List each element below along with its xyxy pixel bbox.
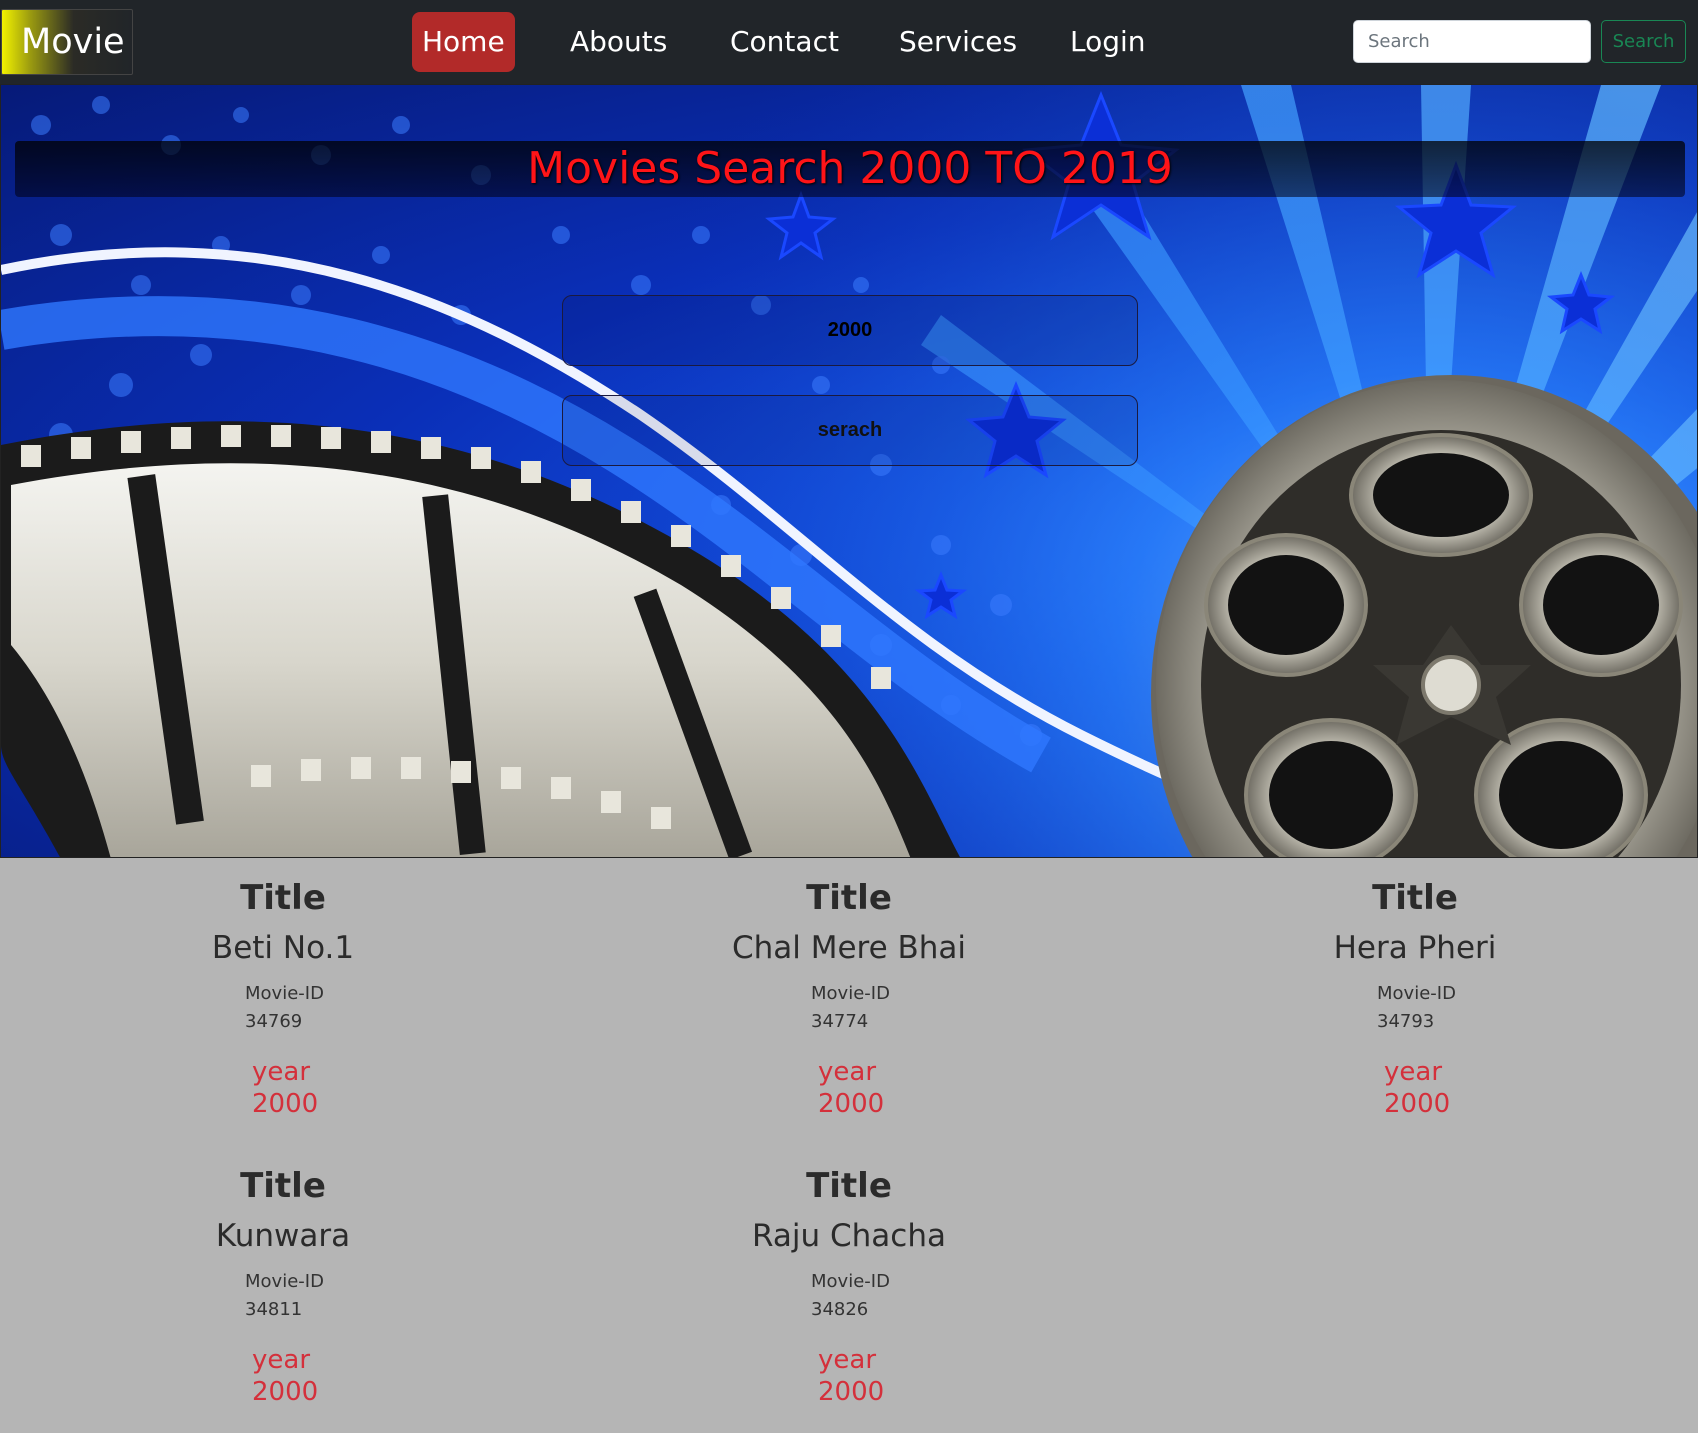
brand-logo[interactable]: Movie	[1, 9, 133, 75]
movie-id-label: Movie-ID	[811, 1271, 890, 1292]
movie-card: Title Kunwara Movie-ID 34811 year 2000	[0, 1166, 566, 1408]
year-label: year	[252, 1057, 311, 1087]
nav-abouts[interactable]: Abouts	[560, 12, 677, 72]
movie-card: Title Raju Chacha Movie-ID 34826 year 20…	[566, 1166, 1132, 1408]
movie-id-value: 34769	[245, 1011, 303, 1032]
year-value: 2000	[252, 1377, 319, 1407]
title-label: Title	[240, 878, 326, 918]
movie-id-value: 34826	[811, 1299, 869, 1320]
movie-title: Kunwara	[215, 1218, 351, 1254]
movie-id-value: 34811	[245, 1299, 303, 1320]
movie-title: Raju Chacha	[752, 1218, 946, 1254]
movie-card: Title Hera Pheri Movie-ID 34793 year 200…	[1132, 878, 1698, 1120]
movie-id-label: Movie-ID	[1377, 983, 1456, 1004]
year-value: 2000	[818, 1377, 885, 1407]
movie-id-label: Movie-ID	[811, 983, 890, 1004]
year-value: 2000	[818, 1089, 885, 1119]
hero-banner: Movies Search 2000 TO 2019 2000 serach	[0, 84, 1698, 858]
movie-id-value: 34774	[811, 1011, 869, 1032]
nav-contact[interactable]: Contact	[720, 12, 849, 72]
movie-search-button[interactable]: serach	[562, 395, 1138, 466]
movie-title: Beti No.1	[211, 930, 355, 966]
title-label: Title	[1372, 878, 1458, 918]
movie-id-value: 34793	[1377, 1011, 1435, 1032]
film-reel-background-illustration	[1, 85, 1697, 857]
title-label: Title	[240, 1166, 326, 1206]
movie-title: Chal Mere Bhai	[731, 930, 967, 966]
movie-id-label: Movie-ID	[245, 983, 324, 1004]
movie-title: Hera Pheri	[1333, 930, 1497, 966]
nav-home[interactable]: Home	[412, 12, 515, 72]
brand-label: Movie	[21, 22, 125, 62]
year-label: year	[818, 1345, 877, 1375]
year-value: 2000	[252, 1089, 319, 1119]
year-label: year	[252, 1345, 311, 1375]
movie-card: Title Beti No.1 Movie-ID 34769 year 2000	[0, 878, 566, 1120]
year-label: year	[1384, 1057, 1443, 1087]
nav-login[interactable]: Login	[1060, 12, 1156, 72]
year-value: 2000	[1384, 1089, 1451, 1119]
title-label: Title	[806, 878, 892, 918]
movie-id-label: Movie-ID	[245, 1271, 324, 1292]
hero-title: Movies Search 2000 TO 2019	[527, 143, 1173, 194]
title-label: Title	[806, 1166, 892, 1206]
year-label: year	[818, 1057, 877, 1087]
year-input[interactable]: 2000	[562, 295, 1138, 366]
top-navbar: Movie Home Abouts Contact Services Login…	[0, 0, 1698, 84]
nav-services[interactable]: Services	[889, 12, 1027, 72]
search-input[interactable]: Search	[1353, 20, 1591, 63]
movie-card: Title Chal Mere Bhai Movie-ID 34774 year…	[566, 878, 1132, 1120]
search-button[interactable]: Search	[1601, 20, 1686, 63]
